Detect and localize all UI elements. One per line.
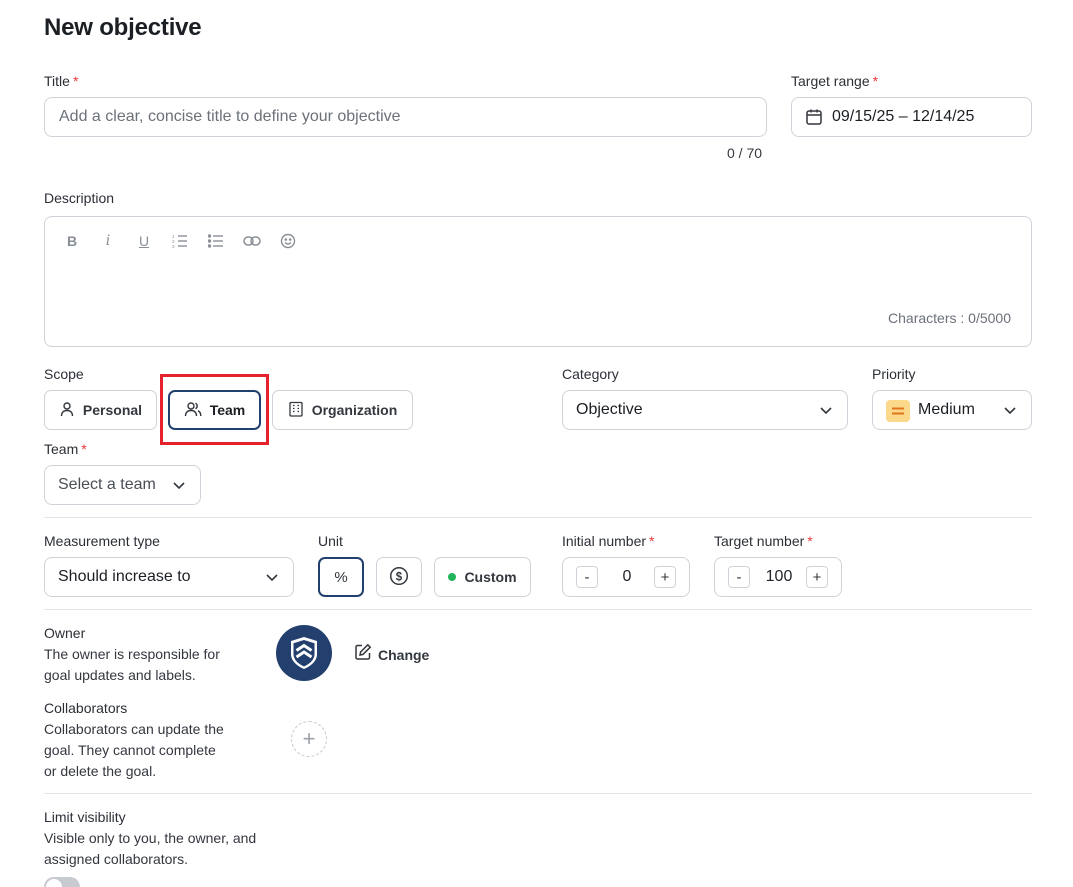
visibility-help-text: Visible only to you, the owner, and assi… [44,828,256,870]
category-select[interactable]: Objective [562,390,848,430]
priority-select[interactable]: Medium [872,390,1032,430]
measurement-select[interactable]: Should increase to [44,557,294,597]
team-label: Team * [44,441,87,457]
owner-help-text: The owner is responsible for goal update… [44,644,220,686]
change-owner-label: Change [378,646,430,663]
svg-text:3: 3 [172,244,175,248]
owner-label: Owner [44,625,86,641]
highlight-box [160,374,269,445]
bold-icon[interactable]: B [62,231,82,251]
collaborators-help-text: Collaborators can update the goal. They … [44,719,224,782]
target-range-label-text: Target range [791,73,870,89]
chevron-down-icon [819,403,833,422]
priority-label: Priority [872,366,916,382]
scope-personal-label: Personal [82,402,143,418]
visibility-help-line: Visible only to you, the owner, and [44,830,257,846]
initial-number-stepper[interactable]: - 0 + [562,557,690,597]
chevron-down-icon [1003,403,1017,422]
unit-custom-label: Custom [464,569,517,585]
divider [44,609,1032,610]
scope-label: Scope [44,366,84,382]
team-placeholder: Select a team [58,476,156,493]
collaborators-label: Collaborators [44,700,128,716]
required-mark: * [72,73,79,89]
visibility-help-line: assigned collaborators. [44,851,188,867]
dollar-circle-icon: $ [389,566,409,589]
underline-icon[interactable]: U [134,231,154,251]
initial-number-label-text: Initial number [562,533,647,549]
team-label-text: Team [44,441,79,457]
shield-chevron-icon [291,637,317,669]
bullet-list-icon[interactable] [206,231,226,251]
target-number-label: Target number * [714,533,813,549]
edit-icon [354,643,372,666]
chevron-down-icon [265,570,279,589]
required-mark: * [807,533,813,549]
add-collaborator-button[interactable]: + [291,721,327,757]
measurement-label: Measurement type [44,533,160,549]
calendar-icon [805,108,823,131]
title-label: Title * [44,73,78,89]
user-icon [59,401,75,420]
initial-plus-button[interactable]: + [654,566,676,588]
divider [44,517,1032,518]
collaborators-help-line: Collaborators can update the [44,721,224,737]
page-title: New objective [44,14,202,41]
required-mark: * [81,441,87,457]
unit-percent-button[interactable]: % [318,557,364,597]
target-number-label-text: Target number [714,533,805,549]
scope-organization-button[interactable]: Organization [272,390,413,430]
link-icon[interactable] [242,231,262,251]
divider [44,793,1032,794]
ordered-list-icon[interactable]: 123 [170,231,190,251]
target-number-stepper[interactable]: - 100 + [714,557,842,597]
required-mark: * [649,533,655,549]
emoji-icon[interactable] [278,231,298,251]
collaborators-help-line: goal. They cannot complete [44,742,216,758]
unit-label: Unit [318,533,343,549]
toggle-knob [46,879,62,887]
title-label-text: Title [44,73,70,89]
description-label: Description [44,190,115,206]
priority-value: Medium [918,401,975,418]
visibility-label: Limit visibility [44,809,126,825]
building-icon [288,401,304,420]
scope-organization-label: Organization [311,402,398,418]
category-value: Objective [576,401,643,418]
owner-avatar[interactable] [276,625,332,681]
unit-currency-button[interactable]: $ [376,557,422,597]
title-placeholder: Add a clear, concise title to define you… [59,108,401,125]
initial-number-label: Initial number * [562,533,655,549]
target-plus-button[interactable]: + [806,566,828,588]
editor-toolbar: B i U 123 [62,231,298,251]
title-input[interactable]: Add a clear, concise title to define you… [44,97,767,137]
owner-help-line: goal updates and labels. [44,667,196,683]
scope-personal-button[interactable]: Personal [44,390,157,430]
description-editor[interactable]: B i U 123 Characters : 0/5000 [44,216,1032,347]
target-range-label: Target range * [791,73,878,89]
category-label: Category [562,366,619,382]
title-char-counter: 0 / 70 [727,145,763,161]
team-select[interactable]: Select a team [44,465,201,505]
green-dot-icon [448,573,457,581]
required-mark: * [872,73,879,89]
owner-help-line: The owner is responsible for [44,646,220,662]
chevron-down-icon [172,478,186,497]
unit-custom-button[interactable]: Custom [434,557,531,597]
target-range-picker[interactable]: 09/15/25 – 12/14/25 [791,97,1032,137]
change-owner-button[interactable]: Change [354,643,429,666]
collaborators-help-line: or delete the goal. [44,763,157,779]
svg-text:$: $ [396,571,403,583]
equals-icon [886,400,910,422]
target-range-value: 09/15/25 – 12/14/25 [832,108,975,125]
percent-icon: % [334,568,348,586]
visibility-toggle[interactable] [44,877,80,887]
italic-icon[interactable]: i [98,231,118,251]
description-char-counter: Characters : 0/5000 [888,310,1011,326]
measurement-value: Should increase to [58,568,191,585]
